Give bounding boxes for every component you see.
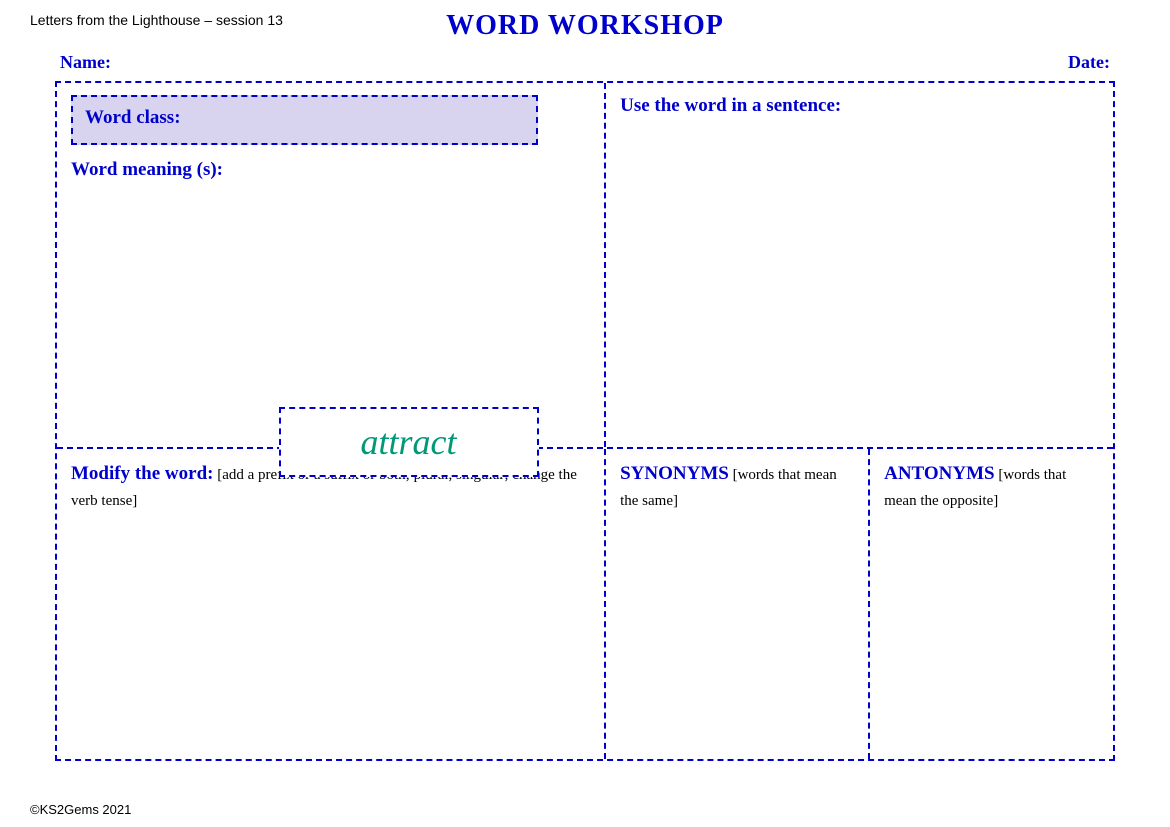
left-panel: Word class: Word meaning (s): attract <box>57 83 606 447</box>
modify-heading-bold: Modify the word: <box>71 463 213 484</box>
bottom-section: Modify the word: [add a prefix or a suff… <box>57 449 1113 759</box>
date-label: Date: <box>1068 52 1110 73</box>
name-label: Name: <box>60 52 111 73</box>
footer-label: ©KS2Gems 2021 <box>30 802 131 817</box>
modify-panel: Modify the word: [add a prefix or a suff… <box>57 449 606 759</box>
center-word-text: attract <box>361 422 457 462</box>
synonyms-panel: SYNONYMS [words that mean the same] <box>606 449 870 759</box>
synonyms-heading-bold: SYNONYMS <box>620 463 729 484</box>
center-word-box: attract <box>279 407 539 477</box>
antonyms-panel: ANTONYMS [words that mean the opposite] <box>870 449 1113 759</box>
word-class-label: Word class: <box>85 107 181 128</box>
main-container: Word class: Word meaning (s): attract Us… <box>55 81 1115 761</box>
use-sentence-label: Use the word in a sentence: <box>620 95 1099 117</box>
antonyms-heading: ANTONYMS [words that mean the opposite] <box>884 461 1099 512</box>
antonyms-heading-bold: ANTONYMS <box>884 463 995 484</box>
word-meaning-label: Word meaning (s): <box>71 159 590 181</box>
top-section: Word class: Word meaning (s): attract Us… <box>57 83 1113 449</box>
name-date-row: Name: Date: <box>0 42 1170 81</box>
word-class-box: Word class: <box>71 95 538 145</box>
session-label: Letters from the Lighthouse – session 13 <box>30 12 283 28</box>
synonyms-heading: SYNONYMS [words that mean the same] <box>620 461 854 512</box>
right-panel: Use the word in a sentence: <box>606 83 1113 447</box>
